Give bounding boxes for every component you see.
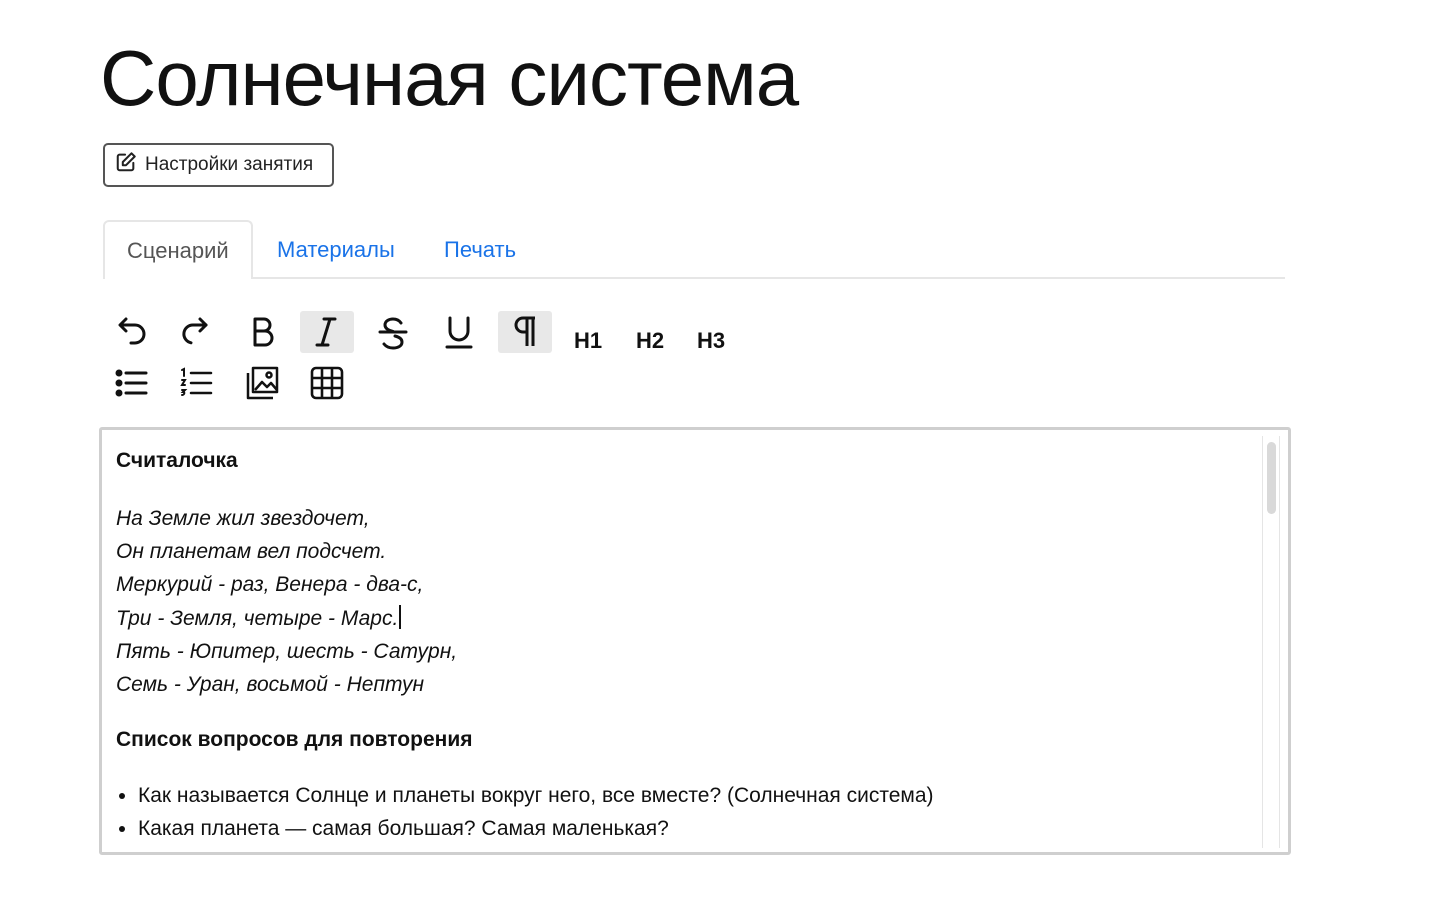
tab-scenario[interactable]: Сценарий (103, 220, 253, 279)
table-icon (310, 366, 344, 400)
heading1-label: H1 (573, 328, 603, 353)
tab-materials[interactable]: Материалы (255, 220, 417, 279)
bold-button[interactable] (235, 311, 289, 353)
poem-line: Три - Земля, четыре - Марс. (116, 606, 399, 630)
bullet-list-icon (115, 369, 148, 397)
list-item: Какая планета — самая большая? Самая мал… (138, 812, 1248, 845)
questions-heading: Список вопросов для повторения (116, 728, 473, 752)
undo-icon (118, 317, 146, 345)
heading1-button[interactable]: H1 (561, 320, 615, 362)
lesson-settings-button[interactable]: Настройки занятия (103, 143, 334, 187)
italic-button[interactable] (300, 311, 354, 353)
underline-button[interactable] (432, 311, 486, 353)
italic-icon (315, 317, 337, 347)
lesson-settings-label: Настройки занятия (145, 154, 314, 175)
paragraph-icon (514, 316, 535, 346)
redo-button[interactable] (169, 311, 223, 353)
strikethrough-icon (378, 317, 408, 350)
image-button[interactable] (235, 362, 289, 404)
editor-scroll-thumb[interactable] (1267, 442, 1276, 514)
heading3-button[interactable]: H3 (684, 320, 738, 362)
numbered-list-button[interactable] (169, 362, 223, 404)
undo-button[interactable] (104, 311, 158, 353)
heading3-label: H3 (696, 328, 726, 353)
numbered-list-icon (180, 367, 213, 396)
questions-list: Как называется Солнце и планеты вокруг н… (116, 779, 1248, 845)
bold-icon (253, 317, 274, 347)
poem-line: Семь - Уран, восьмой - Нептун (116, 673, 425, 697)
poem-line: Пять - Юпитер, шесть - Сатурн, (116, 639, 458, 663)
text-caret (399, 604, 402, 629)
list-item: Как называется Солнце и планеты вокруг н… (138, 779, 1248, 812)
heading2-button[interactable]: H2 (623, 320, 677, 362)
editor-scrollbar[interactable] (1262, 436, 1280, 848)
poem-line-with-caret: Три - Земля, четыре - Марс. (116, 602, 1248, 635)
table-button[interactable] (300, 362, 354, 404)
heading2-label: H2 (635, 328, 665, 353)
edit-icon (115, 151, 137, 179)
poem-line: Он планетам вел подсчет. (116, 540, 387, 564)
paragraph-button[interactable] (498, 311, 552, 353)
image-icon (246, 366, 279, 400)
poem-heading: Считалочка (116, 449, 238, 472)
poem-line: Меркурий - раз, Венера - два-с, (116, 573, 424, 597)
strikethrough-button[interactable] (366, 311, 420, 353)
poem-line: На Земле жил звездочет, (116, 507, 370, 530)
redo-icon (182, 317, 208, 345)
poem: На Земле жил звездочет, Он планетам вел … (116, 502, 1248, 701)
underline-icon (445, 316, 473, 349)
page-title: Солнечная система (100, 34, 799, 122)
tab-print[interactable]: Печать (422, 220, 538, 279)
editor-content[interactable]: Считалочка На Земле жил звездочет, Он пл… (116, 446, 1248, 845)
text-editor[interactable]: Считалочка На Земле жил звездочет, Он пл… (99, 427, 1291, 855)
bullet-list-button[interactable] (104, 362, 158, 404)
